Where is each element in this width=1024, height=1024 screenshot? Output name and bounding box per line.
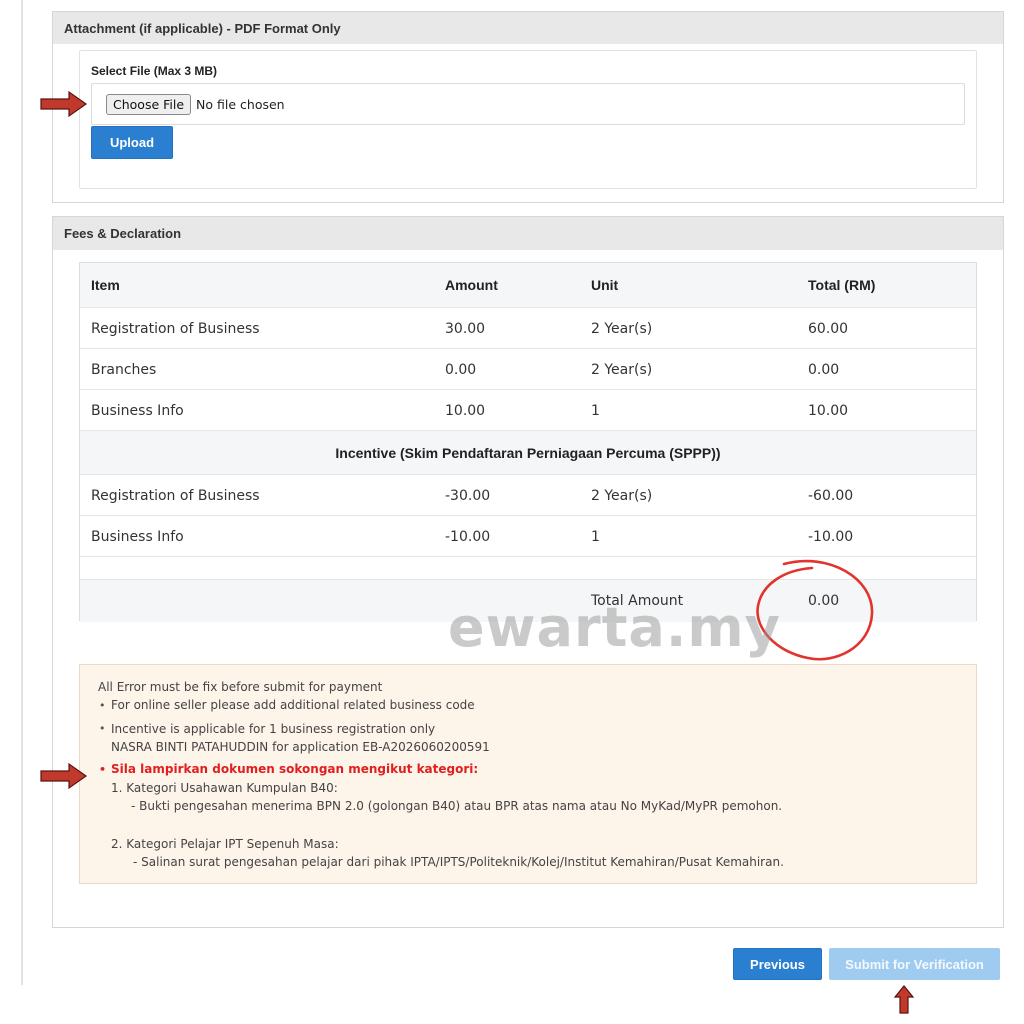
notes-bullet-incentive: Incentive is applicable for 1 business r… [111,722,436,736]
watermark: ewarta.my [448,596,781,659]
column-header-total: Total (RM) [808,277,876,293]
notes-intro: All Error must be fix before submit for … [98,680,383,694]
previous-button[interactable]: Previous [733,948,822,980]
page-left-border [21,0,23,985]
file-input[interactable]: Choose File No file chosen [91,83,965,125]
row-item: Registration of Business [91,487,260,504]
notes-bullet-online-seller: For online seller please add additional … [111,698,475,712]
column-header-item: Item [91,277,120,293]
upload-button[interactable]: Upload [91,126,173,159]
row-amount: 10.00 [445,402,486,419]
bullet-dot: • [99,763,107,776]
no-file-chosen-text: No file chosen [196,96,285,112]
row-total: 60.00 [808,320,849,337]
row-unit: 2 Year(s) [591,361,653,378]
row-amount: -10.00 [445,528,491,545]
incentive-title: Incentive (Skim Pendaftaran Perniagaan P… [335,445,721,461]
row-amount: 30.00 [445,320,486,337]
notes-category-1-title: 1. Kategori Usahawan Kumpulan B40: [111,781,338,795]
file-select-label: Select File (Max 3 MB) [91,64,218,78]
column-header-amount: Amount [445,277,498,293]
table-row: Business Info 10.00 1 10.00 [80,389,976,431]
arrow-up-icon [893,985,915,1014]
notes-category-2-title: 2. Kategori Pelajar IPT Sepenuh Masa: [111,837,339,851]
submit-for-verification-button[interactable]: Submit for Verification [829,948,1000,980]
row-item: Business Info [91,402,184,419]
table-row: Business Info -10.00 1 -10.00 [80,515,976,557]
row-item: Registration of Business [91,320,260,337]
row-unit: 1 [591,402,600,419]
row-unit: 2 Year(s) [591,487,653,504]
arrow-right-icon [40,762,88,790]
row-total: -60.00 [808,487,854,504]
row-item: Business Info [91,528,184,545]
table-row: Registration of Business -30.00 2 Year(s… [80,474,976,516]
incentive-header-row: Incentive (Skim Pendaftaran Perniagaan P… [80,430,976,475]
attachment-panel-header: Attachment (if applicable) - PDF Format … [53,12,1003,44]
row-unit: 1 [591,528,600,545]
table-row: Branches 0.00 2 Year(s) 0.00 [80,348,976,390]
table-row: Registration of Business 30.00 2 Year(s)… [80,307,976,349]
bullet-dot: • [99,699,106,712]
table-header-row: Item Amount Unit Total (RM) [80,263,976,307]
choose-file-button[interactable]: Choose File [106,93,192,115]
row-total: -10.00 [808,528,854,545]
notes-box: All Error must be fix before submit for … [79,664,977,884]
row-amount: -30.00 [445,487,491,504]
fees-panel-header: Fees & Declaration [53,217,1003,250]
arrow-right-icon [40,90,88,118]
row-amount: 0.00 [445,361,477,378]
row-unit: 2 Year(s) [591,320,653,337]
bullet-dot: • [99,722,106,735]
row-item: Branches [91,361,157,378]
notes-category-1-detail: - Bukti pengesahan menerima BPN 2.0 (gol… [131,799,783,813]
notes-category-2-detail: - Salinan surat pengesahan pelajar dari … [133,855,784,869]
column-header-unit: Unit [591,277,619,293]
notes-supporting-docs-warning: Sila lampirkan dokumen sokongan mengikut… [111,762,479,776]
notes-applicant-line: NASRA BINTI PATAHUDDIN for application E… [111,740,490,754]
row-total: 10.00 [808,402,849,419]
row-total: 0.00 [808,361,840,378]
